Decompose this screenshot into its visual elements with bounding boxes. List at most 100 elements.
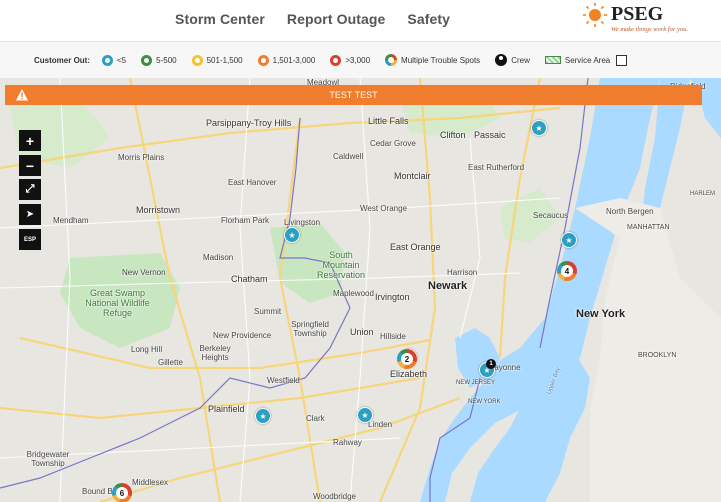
zoom-out-button[interactable]: −: [19, 155, 41, 176]
place-north-bergen: North Bergen: [606, 207, 654, 216]
place-mendham: Mendham: [53, 216, 89, 225]
fullscreen-button[interactable]: ⤢: [19, 179, 41, 200]
orange-dot-icon: [257, 54, 269, 66]
place-south-mountain: South Mountain Reservation: [316, 250, 366, 280]
place-caldwell: Caldwell: [333, 152, 364, 161]
place-secaucus: Secaucus: [533, 211, 569, 220]
place-long-hill: Long Hill: [131, 345, 163, 354]
legend-label: 501-1,500: [206, 55, 243, 65]
place-new-vernon: New Vernon: [122, 268, 166, 277]
outage-marker-under-5[interactable]: ★: [284, 227, 300, 243]
place-new-york: New York: [576, 308, 626, 320]
legend-label: <5: [117, 55, 127, 65]
legend-item-over-3000: >3,000: [330, 54, 371, 66]
legend-item-service-area: Service Area: [544, 54, 628, 66]
site-header: Storm Center Report Outage Safety PSEG W…: [0, 0, 721, 42]
outage-marker-under-5[interactable]: ★: [357, 407, 373, 423]
great-swamp-label: Great Swamp National Wildlife Refuge: [85, 288, 150, 318]
place-parsippany: Parsippany-Troy Hills: [206, 118, 292, 128]
outage-marker-under-5[interactable]: ★: [531, 120, 547, 136]
sun-icon: [583, 3, 607, 27]
place-harrison: Harrison: [447, 268, 478, 277]
place-manhattan: MANHATTAN: [627, 224, 670, 231]
red-dot-icon: [330, 54, 342, 66]
place-new-york-state: NEW YORK: [468, 399, 501, 405]
south-mountain-label: South Mountain Reservation: [316, 250, 366, 280]
legend-item-5-500: 5-500: [141, 54, 177, 66]
place-little-falls: Little Falls: [368, 116, 409, 126]
nav-safety[interactable]: Safety: [407, 11, 450, 27]
place-summit: Summit: [254, 307, 282, 316]
cluster-count: 6: [116, 487, 128, 499]
nav-report-outage[interactable]: Report Outage: [287, 11, 386, 27]
legend-item-multiple: Multiple Trouble Spots: [385, 54, 480, 66]
legend-label: Crew: [511, 55, 530, 65]
service-area-checkbox[interactable]: [616, 54, 628, 66]
place-east-hanover: East Hanover: [228, 178, 277, 187]
nav-storm-center[interactable]: Storm Center: [175, 11, 265, 27]
blue-dot-icon: [102, 54, 113, 66]
outage-marker-under-5[interactable]: ★: [561, 232, 577, 248]
place-union: Union: [350, 327, 374, 337]
place-linden: Linden: [368, 420, 393, 429]
place-irvington: Irvington: [375, 292, 410, 302]
locate-button[interactable]: ➤: [19, 204, 41, 225]
place-livingston: Livingston: [284, 218, 321, 227]
cluster-count: 4: [561, 265, 573, 277]
place-hillside: Hillside: [380, 332, 406, 341]
pseg-logo[interactable]: PSEG We make things work for you.: [581, 1, 711, 39]
legend-item-501-1500: 501-1,500: [191, 54, 243, 66]
place-passaic: Passaic: [474, 130, 506, 140]
legend-bar: Customer Out: <5 5-500 501-1,500 1,501-3…: [0, 42, 721, 78]
place-harlem: HARLEM: [690, 191, 716, 197]
place-florham-park: Florham Park: [221, 216, 270, 225]
place-east-orange: East Orange: [390, 242, 441, 252]
place-great-swamp: Great Swamp National Wildlife Refuge: [85, 288, 150, 318]
logo-wordmark: PSEG: [611, 3, 664, 25]
cluster-count: 2: [401, 353, 413, 365]
place-west-orange: West Orange: [360, 204, 407, 213]
place-rahway: Rahway: [333, 438, 362, 447]
legend-title: Customer Out:: [34, 55, 90, 65]
place-chatham: Chatham: [231, 274, 268, 284]
place-plainfield: Plainfield: [208, 404, 245, 414]
place-east-rutherford: East Rutherford: [468, 163, 525, 172]
place-springfield: Springfield Township: [291, 320, 329, 338]
warning-icon: [16, 89, 28, 101]
yellow-dot-icon: [191, 54, 203, 66]
place-westfield: Westfield: [267, 376, 300, 385]
alert-banner: TEST TEST: [5, 85, 702, 105]
legend-item-under-5: <5: [102, 54, 127, 66]
legend-label: Service Area: [564, 55, 611, 65]
crew-icon: [495, 54, 508, 66]
green-dot-icon: [141, 54, 153, 66]
multiple-trouble-cluster[interactable]: 6: [112, 483, 132, 502]
place-cedar-grove: Cedar Grove: [370, 139, 416, 148]
outage-marker-under-5[interactable]: ★: [255, 408, 271, 424]
legend-label: 5-500: [156, 55, 177, 65]
service-area-icon: [544, 56, 561, 64]
place-brooklyn: BROOKLYN: [638, 352, 677, 359]
place-montclair: Montclair: [394, 171, 431, 181]
place-middlesex: Middlesex: [132, 478, 169, 487]
main-nav: Storm Center Report Outage Safety: [175, 11, 450, 27]
outage-map[interactable]: Parsippany-Troy Hills Little Falls Clift…: [0, 78, 721, 502]
legend-label: 1,501-3,000: [272, 55, 316, 65]
place-morristown: Morristown: [136, 205, 181, 215]
zoom-in-button[interactable]: +: [19, 130, 41, 151]
legend-label: >3,000: [345, 55, 371, 65]
place-clark: Clark: [306, 414, 325, 423]
banner-text: TEST TEST: [329, 90, 378, 100]
place-gillette: Gillette: [158, 358, 183, 367]
crew-marker[interactable]: 1: [486, 359, 496, 369]
multiple-trouble-cluster[interactable]: 4: [557, 261, 577, 281]
multiple-trouble-cluster[interactable]: 2: [397, 349, 417, 369]
place-newark: Newark: [428, 280, 468, 292]
language-button[interactable]: ESP: [19, 229, 41, 250]
place-woodbridge: Woodbridge: [313, 492, 356, 501]
place-clifton: Clifton: [440, 130, 466, 140]
place-elizabeth: Elizabeth: [390, 369, 428, 379]
legend-item-crew: Crew: [495, 54, 530, 66]
legend-item-1501-3000: 1,501-3,000: [257, 54, 316, 66]
place-bridgewater: Bridgewater Township: [26, 450, 70, 468]
